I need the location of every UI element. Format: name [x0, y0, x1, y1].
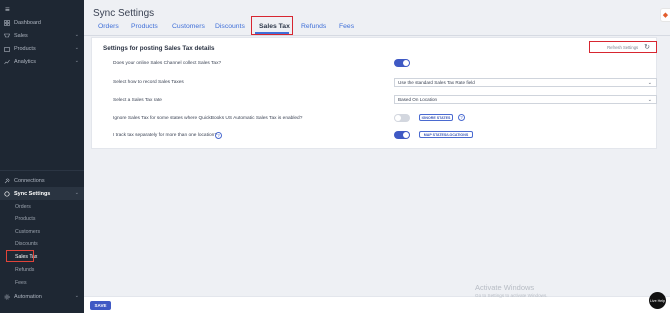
- setting-label: Select a Sales Tax rate: [113, 98, 162, 103]
- main-content: Sync Settings Orders Products Customers …: [84, 0, 670, 313]
- save-button[interactable]: SAVE: [90, 301, 111, 310]
- tab-divider: [84, 35, 670, 36]
- watermark-title: Activate Windows: [475, 283, 535, 292]
- tab-products[interactable]: Products: [131, 23, 158, 30]
- footer-bar: SAVE: [84, 296, 670, 313]
- products-icon: [4, 46, 10, 52]
- sidebar-item-label: Dashboard: [14, 19, 41, 26]
- select-value: Based On Location: [398, 97, 438, 102]
- help-icon[interactable]: ?: [215, 132, 222, 139]
- chevron-down-icon: ⌄: [74, 45, 79, 51]
- sales-icon: [4, 33, 10, 39]
- sidebar-item-automation[interactable]: Automation ⌄: [0, 290, 84, 303]
- refresh-icon: ↻: [644, 44, 650, 51]
- chevron-down-icon: ⌄: [74, 32, 79, 38]
- sidebar-item-connections[interactable]: Connections: [0, 174, 84, 187]
- help-icon[interactable]: ?: [458, 114, 465, 121]
- sidebar-subitem-discounts[interactable]: Discounts: [0, 238, 84, 250]
- card-title: Settings for posting Sales Tax details: [103, 45, 215, 52]
- sidebar: ≡ Dashboard Sales ⌄ Products ⌄ Analytics…: [0, 0, 84, 313]
- select-value: Use the standard Sales Tax Rate field: [398, 80, 475, 85]
- menu-icon[interactable]: ≡: [5, 5, 10, 14]
- setting-label: Does your online Sales Channel collect S…: [113, 61, 222, 66]
- chevron-down-icon: ⌄: [74, 293, 79, 299]
- analytics-icon: [4, 59, 10, 65]
- sidebar-item-label: Automation: [14, 293, 42, 300]
- watermark-subtitle: Go to Settings to activate Windows.: [475, 293, 548, 298]
- highlight-box: [251, 16, 293, 35]
- sidebar-subitem-products[interactable]: Products: [0, 213, 84, 225]
- live-help-button[interactable]: Live Help: [649, 292, 666, 309]
- chevron-down-icon: ⌄: [74, 58, 79, 64]
- map-states-locations-button[interactable]: MAP STATES/LOCATIONS: [419, 131, 473, 138]
- record-sales-tax-select[interactable]: Use the standard Sales Tax Rate field ⌄: [394, 78, 657, 87]
- tab-fees[interactable]: Fees: [339, 23, 354, 30]
- automation-icon: [4, 293, 10, 300]
- sidebar-item-label: Analytics: [14, 58, 37, 65]
- tab-customers[interactable]: Customers: [172, 23, 205, 30]
- sidebar-subitem-orders[interactable]: Orders: [0, 201, 84, 213]
- sidebar-subitem-fees[interactable]: Fees: [0, 277, 84, 289]
- tab-refunds[interactable]: Refunds: [301, 23, 326, 30]
- sidebar-item-dashboard[interactable]: Dashboard: [0, 16, 84, 29]
- chevron-down-icon: ⌄: [647, 97, 652, 103]
- sidebar-item-label: Sales: [14, 32, 28, 39]
- sidebar-item-label: Products: [14, 45, 36, 52]
- track-tax-locations-toggle[interactable]: [394, 131, 410, 139]
- sidebar-item-analytics[interactable]: Analytics ⌄: [0, 55, 84, 68]
- refresh-settings-button[interactable]: Refresh Settings ↻: [589, 41, 657, 53]
- sync-icon: [4, 190, 10, 197]
- feedback-tab-icon[interactable]: ◆: [660, 8, 670, 22]
- tab-discounts[interactable]: Discounts: [215, 23, 245, 30]
- collect-sales-tax-toggle[interactable]: [394, 59, 410, 67]
- sidebar-item-products[interactable]: Products ⌄: [0, 42, 84, 55]
- chevron-down-icon: ⌄: [647, 80, 652, 86]
- sidebar-item-sync-settings[interactable]: Sync Settings ⌄: [0, 187, 84, 200]
- setting-label: Ignore Sales Tax for some states where Q…: [113, 116, 303, 121]
- plug-icon: [4, 177, 10, 184]
- highlight-box: [6, 250, 34, 262]
- refresh-label: Refresh Settings: [607, 44, 639, 50]
- setting-label: I track tax separately for more than one…: [113, 133, 217, 138]
- ignore-states-button[interactable]: IGNORE STATES: [419, 114, 453, 121]
- sidebar-subitem-customers[interactable]: Customers: [0, 226, 84, 238]
- sidebar-item-sales[interactable]: Sales ⌄: [0, 29, 84, 42]
- sales-tax-rate-select[interactable]: Based On Location ⌄: [394, 95, 657, 104]
- sales-tax-settings-card: Settings for posting Sales Tax details R…: [91, 37, 657, 149]
- sidebar-item-label: Sync Settings: [14, 190, 51, 197]
- tab-bar: Orders Products Customers Discounts Sale…: [84, 18, 670, 35]
- ignore-states-toggle[interactable]: [394, 114, 410, 122]
- sidebar-divider: [0, 170, 84, 171]
- dashboard-icon: [4, 19, 10, 26]
- sidebar-item-label: Connections: [14, 177, 45, 184]
- chevron-down-icon: ⌄: [74, 190, 79, 196]
- tab-orders[interactable]: Orders: [98, 23, 119, 30]
- activate-windows-watermark: Activate Windows Go to Settings to activ…: [475, 283, 548, 298]
- setting-label: Select how to record Sales Taxes: [113, 80, 184, 85]
- sidebar-subitem-refunds[interactable]: Refunds: [0, 264, 84, 276]
